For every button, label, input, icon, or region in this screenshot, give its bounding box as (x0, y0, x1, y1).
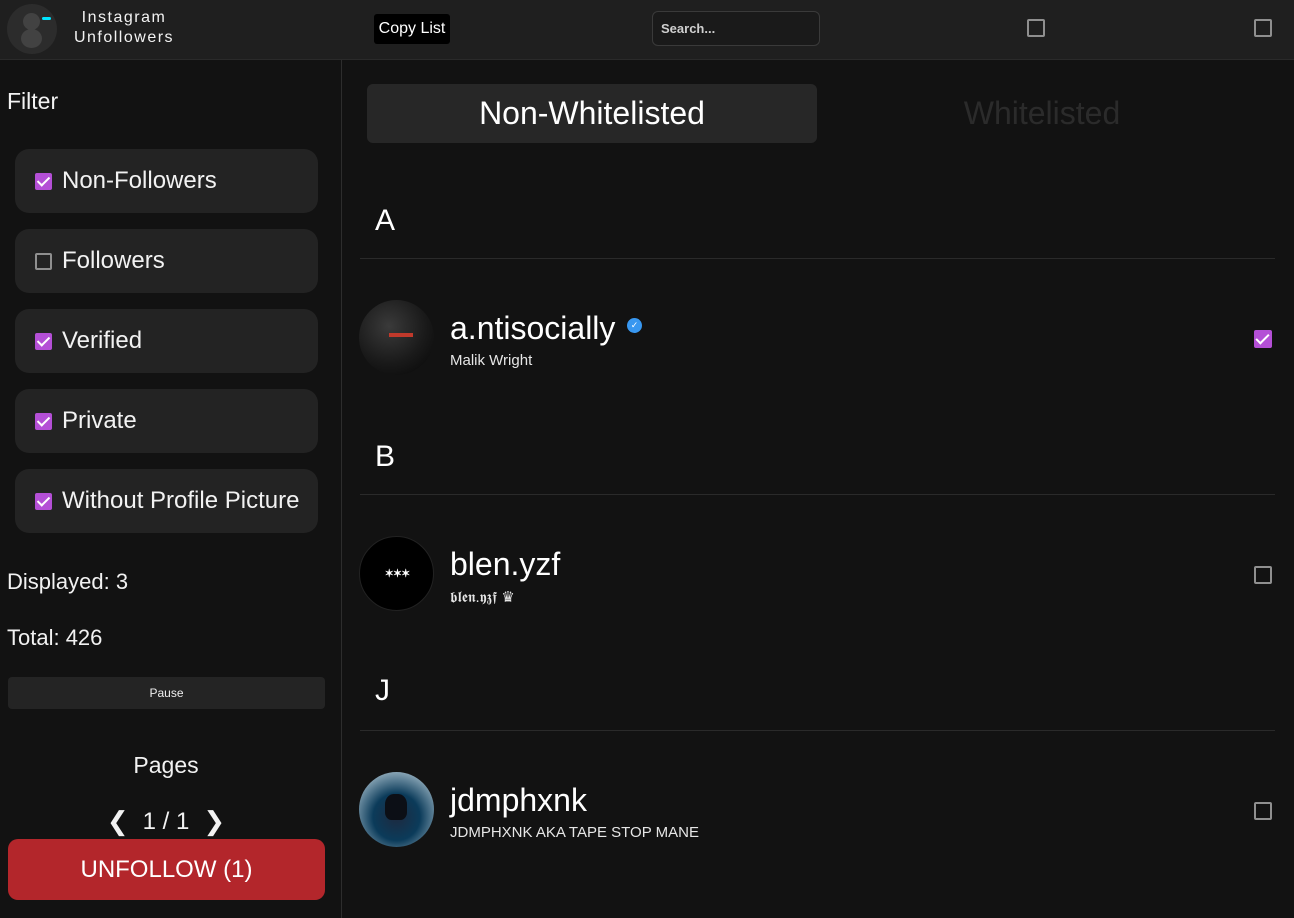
group-letter: B (375, 440, 396, 473)
filter-title: Filter (7, 88, 59, 114)
filter-label: Verified (62, 327, 143, 354)
user-select-checkbox[interactable] (1254, 330, 1272, 348)
page-indicator: 1 / 1 (142, 807, 190, 835)
pause-button[interactable]: Pause (8, 677, 325, 709)
user-select-checkbox[interactable] (1254, 802, 1272, 820)
filter-without-profile-picture[interactable]: Without Profile Picture (15, 469, 318, 533)
username: a.ntisocially (450, 310, 616, 346)
copy-list-button[interactable]: Copy List (374, 14, 450, 44)
app-title: Instagram Unfollowers (64, 8, 184, 48)
filter-checkbox[interactable] (35, 252, 52, 270)
filter-label: Without Profile Picture (62, 487, 300, 514)
filter-checkbox[interactable] (35, 492, 52, 510)
username: blen.yzf (450, 546, 561, 582)
avatar: ✶✶✶ (359, 536, 434, 611)
group-letter: A (375, 204, 396, 237)
pages-title: Pages (133, 752, 199, 778)
group-letter: J (375, 674, 390, 707)
prev-page-icon[interactable]: ❮ (107, 806, 129, 837)
filter-followers[interactable]: Followers (15, 229, 318, 293)
select-all-checkbox[interactable] (1254, 19, 1272, 37)
full-name: Malik Wright (450, 352, 533, 369)
search-input[interactable] (652, 11, 820, 46)
filter-label: Followers (62, 247, 165, 274)
filter-verified[interactable]: Verified (15, 309, 318, 373)
displayed-count: Displayed: 3 (7, 569, 129, 594)
avatar (359, 300, 434, 375)
user-row[interactable]: ✶✶✶ blen.yzf 𝖇𝖑𝖊𝖓.𝖞𝖟𝖋 ♛ (359, 536, 1279, 612)
total-count: Total: 426 (7, 625, 103, 650)
filter-private[interactable]: Private (15, 389, 318, 453)
group-divider (360, 730, 1275, 731)
sidebar: Filter Non-Followers Followers Verified … (0, 60, 342, 918)
app-title-line1: Instagram (81, 9, 167, 26)
username: jdmphxnk (450, 782, 587, 818)
tab-whitelisted[interactable]: Whitelisted (817, 84, 1267, 143)
filter-label: Private (62, 407, 137, 434)
next-page-icon[interactable]: ❯ (203, 806, 225, 837)
filter-checkbox[interactable] (35, 332, 52, 350)
main-panel: Non-Whitelisted Whitelisted A a.ntisocia… (343, 60, 1294, 918)
group-divider (360, 258, 1275, 259)
filter-checkbox[interactable] (35, 412, 52, 430)
filter-label: Non-Followers (62, 167, 217, 194)
group-divider (360, 494, 1275, 495)
user-row[interactable]: jdmphxnk JDMPHXNK AKA TAPE STOP MANE (359, 772, 1279, 848)
verified-badge-icon: ✓ (627, 318, 642, 333)
app-logo-icon (7, 4, 57, 54)
top-bar: Instagram Unfollowers Copy List (0, 0, 1294, 60)
filter-non-followers[interactable]: Non-Followers (15, 149, 318, 213)
app-title-line2: Unfollowers (73, 29, 175, 46)
user-select-checkbox[interactable] (1254, 566, 1272, 584)
full-name: 𝖇𝖑𝖊𝖓.𝖞𝖟𝖋 ♛ (450, 589, 515, 606)
tab-non-whitelisted[interactable]: Non-Whitelisted (367, 84, 817, 143)
avatar-logo-icon: ✶✶✶ (384, 567, 411, 580)
full-name: JDMPHXNK AKA TAPE STOP MANE (450, 824, 699, 841)
pagination: ❮ 1 / 1 ❯ (0, 806, 332, 837)
filter-checkbox[interactable] (35, 172, 52, 190)
unfollow-button[interactable]: UNFOLLOW (1) (8, 839, 325, 900)
avatar (359, 772, 434, 847)
user-row[interactable]: a.ntisocially ✓ Malik Wright (359, 300, 1279, 376)
header-checkbox-1[interactable] (1027, 19, 1045, 37)
